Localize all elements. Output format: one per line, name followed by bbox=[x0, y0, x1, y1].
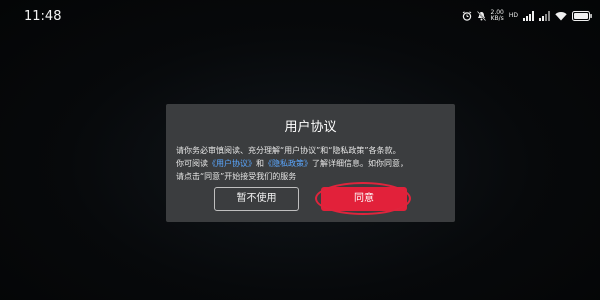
dialog-body: 请你务必审慎阅读、充分理解“用户协议”和“隐私政策”各条款。 你可阅读《用户协议… bbox=[176, 144, 451, 183]
wifi-icon bbox=[555, 11, 567, 21]
status-bar: 11:48 2.00 KB/s HD bbox=[0, 0, 600, 34]
screen: 11:48 2.00 KB/s HD 用户协议 请你务必审慎阅读、充分理解“用户… bbox=[0, 0, 600, 300]
signal-icon-secondary bbox=[539, 11, 550, 21]
net-speed-indicator: 2.00 KB/s bbox=[491, 10, 504, 22]
decline-button[interactable]: 暂不使用 bbox=[214, 187, 299, 211]
dialog-body-line-1: 请你务必审慎阅读、充分理解“用户协议”和“隐私政策”各条款。 bbox=[176, 146, 401, 155]
battery-icon bbox=[572, 11, 592, 21]
dialog-body-line-3: 请点击“同意”开始接受我们的服务 bbox=[176, 172, 297, 181]
user-agreement-dialog: 用户协议 请你务必审慎阅读、充分理解“用户协议”和“隐私政策”各条款。 你可阅读… bbox=[166, 104, 455, 222]
status-time: 11:48 bbox=[24, 9, 62, 24]
body-text-and: 和 bbox=[256, 159, 264, 168]
mute-icon bbox=[476, 11, 486, 21]
hd-tag: HD bbox=[508, 12, 518, 19]
body-text-prefix: 你可阅读 bbox=[176, 159, 208, 168]
alarm-icon bbox=[462, 11, 472, 21]
signal-icon bbox=[523, 11, 534, 21]
net-speed-unit: KB/s bbox=[490, 15, 504, 22]
user-agreement-link[interactable]: 《用户协议》 bbox=[208, 159, 256, 168]
agree-button[interactable]: 同意 bbox=[321, 187, 407, 211]
status-icons: 2.00 KB/s HD bbox=[462, 8, 593, 24]
dialog-body-line-2: 你可阅读《用户协议》和《隐私政策》了解详细信息。如你同意， bbox=[176, 157, 451, 170]
body-text-suffix: 了解详细信息。如你同意， bbox=[312, 159, 408, 168]
privacy-policy-link[interactable]: 《隐私政策》 bbox=[264, 159, 312, 168]
dialog-title: 用户协议 bbox=[284, 120, 337, 135]
